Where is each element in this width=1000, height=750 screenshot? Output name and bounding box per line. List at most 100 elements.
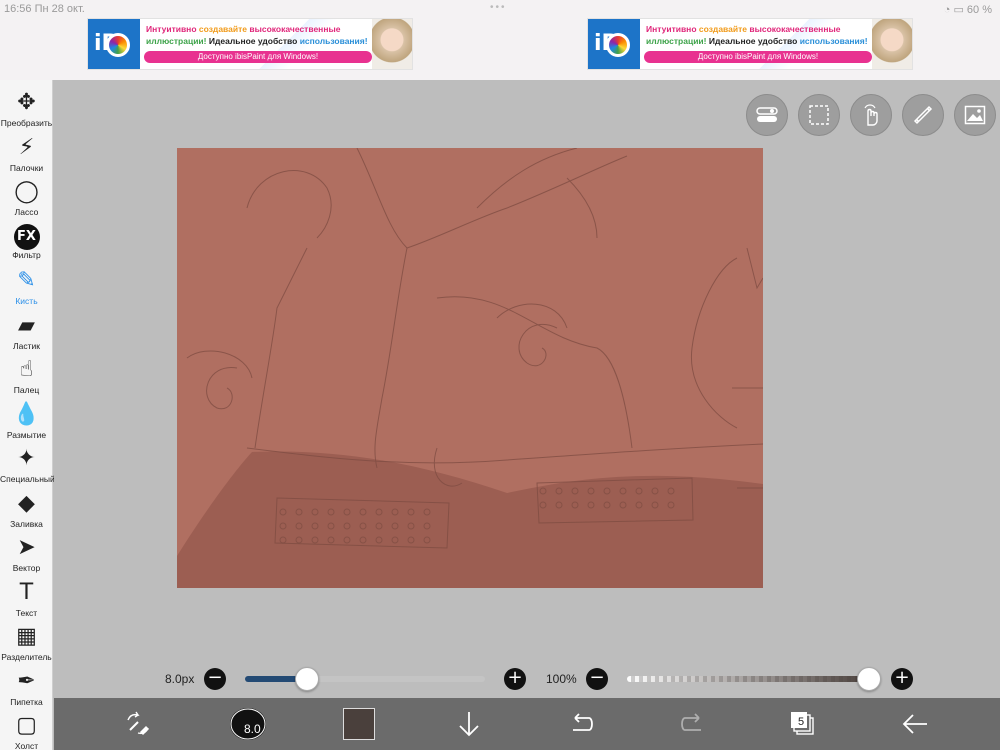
tool-text[interactable]: T Текст	[0, 578, 53, 622]
fx-icon: FX	[13, 223, 40, 250]
ad-line-2: иллюстрации! Идеальное удобство использо…	[146, 35, 368, 47]
brush-size-label: 8.0px	[165, 672, 195, 686]
tool-filter[interactable]: FX Фильтр	[0, 222, 53, 266]
magic-wand-icon: ⚡	[18, 134, 35, 160]
ad-line2-b: Идеальное удобство	[708, 36, 798, 46]
brush-preview-button[interactable]: 8.0	[228, 706, 268, 742]
tool-label: Специальный	[0, 474, 55, 484]
ibispaint-logo-icon: iP	[588, 19, 640, 69]
system-status-bar: 16:56 Пн 28 окт. ••• ◔ ▭ 60 % iP Интуити…	[0, 0, 1000, 80]
status-battery: ◔ ▭ 60 %	[943, 4, 992, 16]
ad-line1-a: Интуитивно	[646, 24, 697, 34]
tool-lasso[interactable]: ◯ Лассо	[0, 177, 53, 221]
ad-line-1: Интуитивно создавайте высококачественные	[146, 23, 368, 35]
opacity-plus-button[interactable]: +	[891, 668, 913, 690]
battery-percent: 60 %	[966, 4, 992, 16]
ruler-icon	[913, 105, 933, 125]
status-time: 16:56	[4, 3, 32, 15]
tool-eyedropper[interactable]: ✒ Пипетка	[0, 667, 53, 711]
ad-text-block: Интуитивно создавайте высококачественные…	[140, 19, 372, 69]
brush-preview-size: 8.0	[244, 722, 261, 736]
tool-label: Палец	[13, 385, 40, 395]
text-t-icon: T	[19, 579, 34, 605]
smudge-finger-icon: ☝	[19, 357, 34, 382]
redo-icon	[681, 713, 701, 731]
status-date: Пн 28 окт.	[34, 3, 85, 15]
ad-line1-c: высококачественные	[749, 24, 841, 34]
tool-wand[interactable]: ⚡ Палочки	[0, 133, 53, 177]
arrow-left-icon	[902, 714, 927, 734]
tool-vector[interactable]: ➤ Вектор	[0, 533, 53, 577]
blur-drop-icon: 💧	[12, 401, 41, 427]
opacity-slider[interactable]	[627, 676, 869, 682]
tool-blur[interactable]: 💧 Размытие	[0, 400, 53, 444]
opacity-thumb[interactable]	[857, 667, 881, 691]
drawing-canvas[interactable]	[177, 148, 763, 588]
ad-line2-c: использования!	[299, 36, 368, 46]
layer-count: 5	[798, 716, 805, 728]
bottom-toolbar: 8.0 5	[54, 698, 1000, 750]
ad-cta-pill[interactable]: Доступно ibisPaint для Windows!	[144, 51, 372, 63]
tool-special[interactable]: ✦ Специальный	[0, 444, 55, 488]
ad-line2-a: иллюстрации!	[646, 36, 707, 46]
tool-label: Палочки	[9, 162, 44, 173]
arrow-down-icon	[459, 712, 479, 737]
ad-line-1: Интуитивно создавайте высококачественные	[646, 23, 868, 35]
status-time-date: 16:56 Пн 28 окт.	[4, 3, 85, 15]
tool-label: Преобразить	[0, 118, 53, 128]
brush-size-plus-button[interactable]: +	[504, 668, 526, 690]
ad-cta-pill[interactable]: Доступно ibisPaint для Windows!	[644, 51, 872, 63]
opacity-minus-button[interactable]: −	[586, 668, 608, 690]
ad-line2-c: использования!	[799, 36, 868, 46]
tool-transform[interactable]: ✥ Преобразить	[0, 88, 53, 132]
back-button[interactable]	[900, 706, 930, 742]
ad-character-image	[872, 19, 912, 69]
image-icon	[964, 105, 986, 125]
ad-character-image	[372, 19, 412, 69]
tool-brush[interactable]: ✎ Кисть	[0, 266, 53, 310]
ad-line1-b: создавайте	[698, 24, 748, 34]
tool-canvas[interactable]: ▢ Холст	[0, 711, 53, 750]
color-wheel-icon	[606, 33, 630, 57]
eraser-icon: ▰	[18, 312, 35, 338]
tool-finger[interactable]: ☝ Палец	[0, 355, 53, 399]
ad-line-2: иллюстрации! Идеальное удобство использо…	[646, 35, 868, 47]
tool-label: Холст	[14, 741, 39, 750]
eyedropper-icon: ✒	[17, 668, 36, 694]
tool-label: Пипетка	[10, 696, 43, 707]
down-arrow-button[interactable]	[454, 706, 484, 742]
tool-fill[interactable]: ◆ Заливка	[0, 489, 53, 533]
tool-divider[interactable]: ▦ Разделитель	[0, 622, 53, 666]
tool-eraser[interactable]: ▰ Ластик	[0, 311, 53, 355]
tool-label: Кисть	[15, 296, 38, 306]
ad-line1-c: высококачественные	[249, 24, 341, 34]
tool-label: Размытие	[6, 429, 47, 440]
redo-button[interactable]	[678, 706, 708, 742]
undo-button[interactable]	[566, 706, 596, 742]
touch-mode-button[interactable]	[850, 94, 892, 136]
ruler-button[interactable]	[902, 94, 944, 136]
ad-line1-a: Интуитивно	[146, 24, 197, 34]
ad-line2-a: иллюстрации!	[146, 36, 207, 46]
lasso-icon: ◯	[14, 179, 39, 204]
dashed-selection-icon	[809, 105, 829, 125]
color-swatch-button[interactable]	[341, 706, 377, 742]
multitask-dots-icon: •••	[490, 2, 507, 13]
layers-button[interactable]: 5	[788, 706, 818, 742]
reference-image-button[interactable]	[954, 94, 996, 136]
ad-line1-b: создавайте	[198, 24, 248, 34]
toggle-switch-icon	[756, 107, 778, 122]
tool-label: Заливка	[10, 518, 43, 529]
bucket-icon: ◆	[18, 490, 35, 516]
tool-label: Разделитель	[1, 652, 52, 662]
toggle-panels-button[interactable]	[746, 94, 788, 136]
selection-layer-button[interactable]	[798, 94, 840, 136]
ad-banner-left[interactable]: iP Интуитивно создавайте высококачествен…	[87, 18, 413, 70]
cursor-arrow-icon: ➤	[17, 535, 36, 560]
brush-eraser-swap-icon	[127, 711, 149, 735]
swap-brush-eraser-button[interactable]	[120, 706, 156, 742]
ad-banner-right[interactable]: iP Интуитивно создавайте высококачествен…	[587, 18, 913, 70]
ibispaint-logo-icon: iP	[88, 19, 140, 69]
tool-label: Ластик	[13, 340, 40, 351]
brush-size-minus-button[interactable]: −	[204, 668, 226, 690]
